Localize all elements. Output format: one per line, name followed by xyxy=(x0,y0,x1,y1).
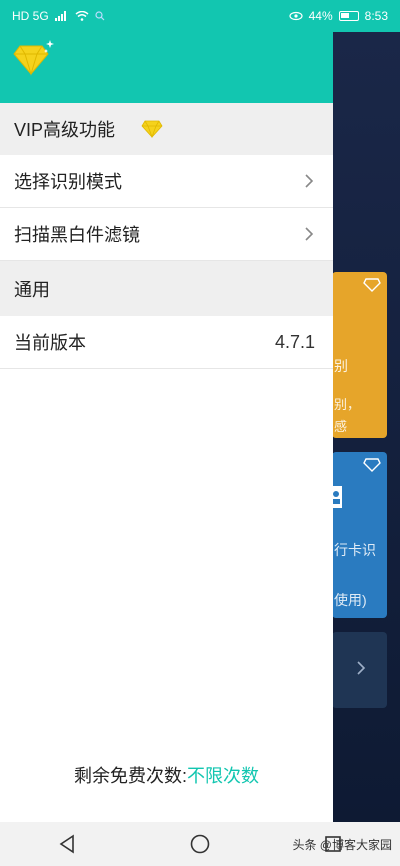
eye-icon xyxy=(289,11,303,21)
status-right: 44% 8:53 xyxy=(289,9,388,23)
battery-icon xyxy=(338,11,359,21)
free-usage-footer: 剩余免费次数:不限次数 xyxy=(0,762,333,788)
diamond-logo-icon xyxy=(13,40,54,76)
back-button[interactable] xyxy=(56,833,78,855)
home-circle-icon xyxy=(190,834,210,854)
general-section-title: 通用 xyxy=(14,279,50,300)
card-text: 感 xyxy=(334,419,348,434)
status-bar: HD 5G 44% 8:53 xyxy=(0,0,400,32)
status-left: HD 5G xyxy=(12,9,105,23)
footer-value: 不限次数 xyxy=(187,766,259,786)
vip-section-title: VIP高级功能 xyxy=(14,120,116,140)
card-text: 行卡识 xyxy=(334,542,376,558)
menu-item-label: 扫描黑白件滤镜 xyxy=(14,225,140,245)
network-label: HD 5G xyxy=(12,9,49,23)
menu-item-label: 选择识别模式 xyxy=(14,172,122,192)
menu-item-bw-filter[interactable]: 扫描黑白件滤镜 xyxy=(0,208,333,261)
signal-icon xyxy=(54,11,66,21)
side-drawer: VIP高级功能 选择识别模式 扫描黑白件滤镜 通用 当前版本 4.7.1 剩余免… xyxy=(0,0,333,822)
person-icon xyxy=(332,486,342,508)
card-text: 别， xyxy=(334,397,361,412)
card-text: 别 xyxy=(334,358,348,374)
vip-section-header: VIP高级功能 xyxy=(0,103,333,155)
general-section-header: 通用 xyxy=(0,261,333,316)
blue-feature-card[interactable]: 行卡识 使用) xyxy=(332,452,387,618)
search-icon xyxy=(95,11,105,21)
clock: 8:53 xyxy=(364,9,388,23)
diamond-icon xyxy=(363,458,381,472)
watermark: 头条 @博客大家园 xyxy=(292,838,392,852)
yellow-feature-card[interactable]: 别 别， 感 xyxy=(332,272,387,438)
wifi-icon xyxy=(75,11,89,21)
card-text: 使用) xyxy=(334,592,367,608)
vip-diamond-icon xyxy=(141,120,163,138)
chevron-right-icon xyxy=(305,227,314,241)
navigation-bar: 头条 @博客大家园 xyxy=(0,822,400,866)
battery-percent: 44% xyxy=(308,9,333,23)
chevron-right-icon xyxy=(305,174,314,188)
footer-prefix: 剩余免费次数: xyxy=(73,766,187,786)
menu-item-recognition-mode[interactable]: 选择识别模式 xyxy=(0,155,333,208)
home-button[interactable] xyxy=(189,833,211,855)
back-triangle-icon xyxy=(59,834,74,854)
version-value: 4.7.1 xyxy=(274,331,315,352)
dark-feature-card[interactable] xyxy=(332,632,387,708)
version-row: 当前版本 4.7.1 xyxy=(0,316,333,369)
chevron-right-icon xyxy=(357,661,366,675)
version-label: 当前版本 xyxy=(14,333,86,353)
background-content: 别 别， 感 行卡识 使用) xyxy=(332,32,400,822)
diamond-icon xyxy=(363,278,381,292)
